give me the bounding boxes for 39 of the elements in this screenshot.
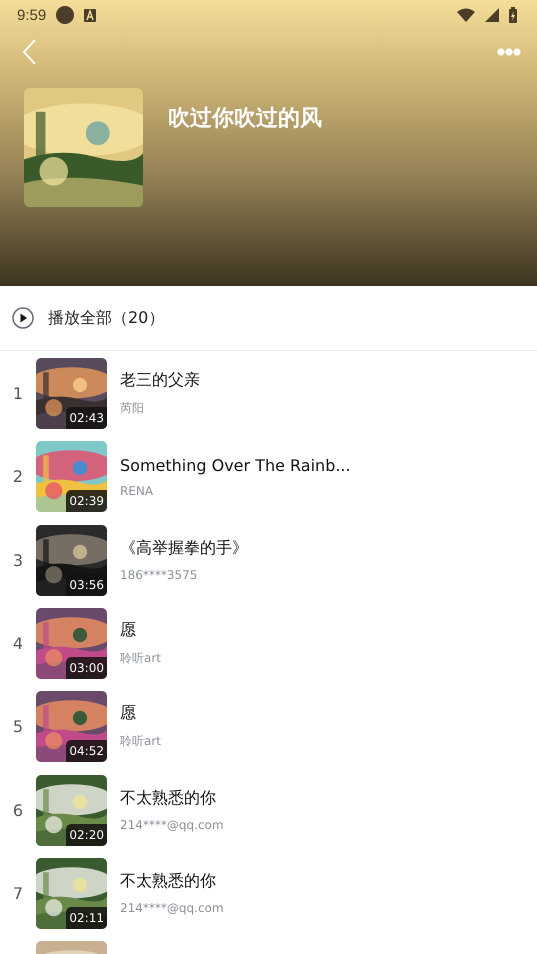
artist-name: 芮阳 [120,400,145,418]
play-icon[interactable] [12,307,34,329]
song-title[interactable]: 老三的父亲 [120,370,200,392]
track-number: 2 [12,467,24,486]
more-icon[interactable] [497,48,521,56]
song-title[interactable]: 《高举握拳的手》 [120,538,248,560]
duration-badge: 02:43 [66,407,107,430]
back-icon[interactable] [22,39,36,65]
artist-name: 186****3575 [120,568,198,582]
battery-icon [509,7,517,23]
duration-badge: 02:39 [66,490,107,512]
artist-name: 聆听art [120,733,161,750]
duration-badge: 02:20 [66,824,107,846]
signal-icon [485,8,499,22]
artist-name: 214****@qq.com [120,901,224,916]
track-number: 1 [12,384,24,404]
artist-name: RENA [120,484,154,498]
album-title: 吹过你吹过的风 [168,105,322,134]
status-time: 9:59 [17,6,46,24]
track-number: 7 [12,884,24,903]
status-dot-icon [56,6,74,24]
song-title[interactable]: 愿 [120,620,161,642]
track-number: 5 [12,717,24,736]
artist-name: 214****@qq.com [120,818,224,832]
play-all-label[interactable]: 播放全部（20） [48,308,164,328]
song-title[interactable]: Something Over The Rainb... [120,456,351,475]
song-title[interactable]: 不太熟悉的你 [120,788,224,810]
keyboard-icon [84,8,96,22]
track-number: 3 [12,550,24,570]
track-number: 4 [12,634,24,654]
artist-name: 聆听art [120,650,161,668]
duration-badge: 04:52 [66,740,107,762]
duration-badge: 03:00 [66,657,107,680]
song-title[interactable]: 不太熟悉的你 [120,871,224,892]
track-number: 6 [12,800,24,820]
wifi-icon [457,8,475,22]
duration-badge: 02:11 [66,906,107,929]
duration-badge: 03:56 [66,574,107,596]
song-title[interactable]: 愿 [120,703,161,724]
